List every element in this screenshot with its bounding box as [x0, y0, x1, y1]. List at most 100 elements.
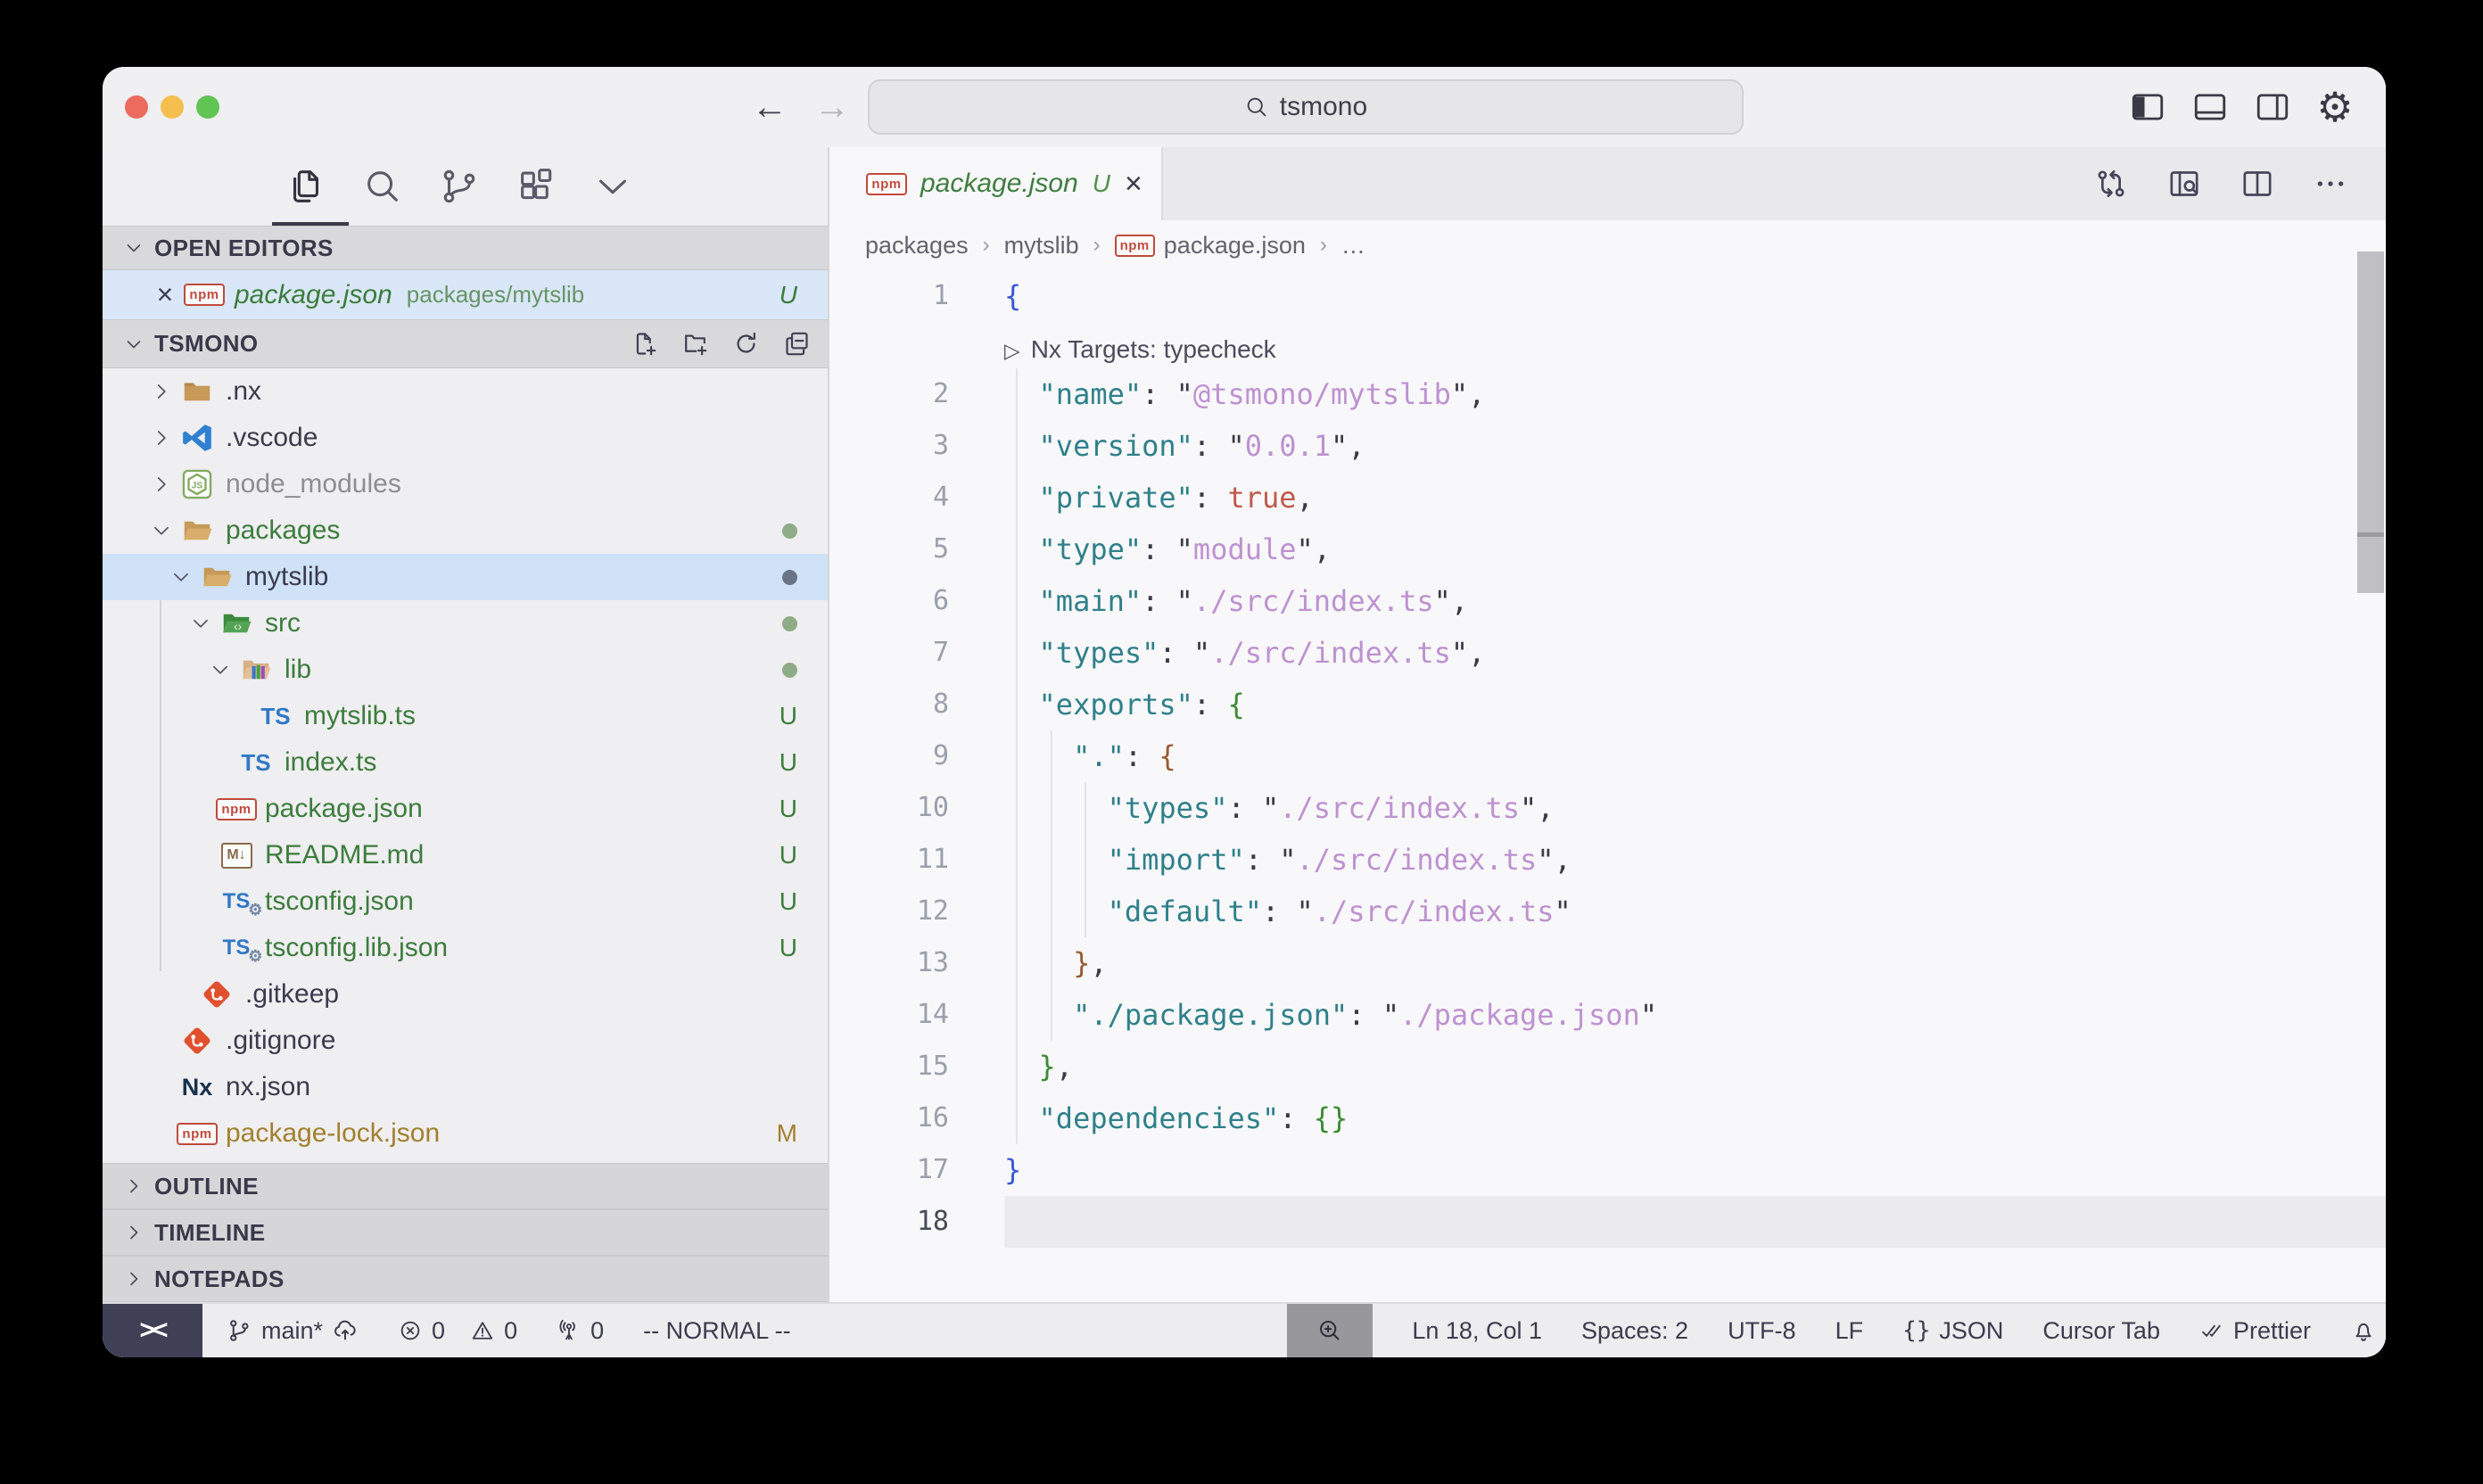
tree-item-tsconfig.json[interactable]: TS⚙ tsconfig.jsonU [103, 878, 828, 925]
code-line-1[interactable]: 1 { [829, 270, 2386, 322]
code-line-12[interactable]: 12 "default": "./src/index.ts" [829, 886, 2386, 937]
tree-item-src[interactable]: ‹› src [103, 600, 828, 647]
close-icon[interactable]: × [145, 278, 185, 311]
code-editor[interactable]: 1 { ▷Nx Targets: typecheck 2 "name": "@t… [829, 270, 2386, 1302]
breadcrumb-separator: › [983, 233, 990, 258]
chevron-down-icon[interactable] [204, 658, 236, 681]
open-preview-button[interactable] [2166, 166, 2202, 202]
section-notepads[interactable]: NOTEPADS [103, 1256, 828, 1302]
code-line-4[interactable]: 4 "private": true, [829, 472, 2386, 524]
collapse-all-button[interactable] [782, 329, 812, 359]
editor-scrollbar[interactable] [2357, 251, 2384, 532]
code-line-6[interactable]: 6 "main": "./src/index.ts", [829, 575, 2386, 627]
new-file-button[interactable] [630, 329, 659, 359]
layout-sidebar-left-button[interactable] [2127, 88, 2168, 126]
activity-source-control[interactable] [439, 166, 480, 207]
codelens-run-link[interactable]: ▷Nx Targets: typecheck [1004, 335, 1276, 363]
tree-item-.gitignore[interactable]: .gitignore [103, 1018, 828, 1064]
code-line-14[interactable]: 14 "./package.json": "./package.json" [829, 989, 2386, 1041]
editor-scrollbar-lower[interactable] [2357, 537, 2384, 593]
activity-chevron-down[interactable] [592, 166, 633, 207]
code-line-18[interactable]: 18 [829, 1196, 2386, 1248]
code-line-5[interactable]: 5 "type": "module", [829, 524, 2386, 575]
tree-item-package.json[interactable]: npm package.jsonU [103, 786, 828, 832]
remote-indicator[interactable]: >< [103, 1304, 202, 1357]
git-branch-item[interactable]: main* [226, 1317, 359, 1345]
tree-item-nx.json[interactable]: Nx nx.json [103, 1064, 828, 1110]
formatter-item[interactable]: Prettier [2199, 1317, 2311, 1345]
close-button[interactable] [125, 95, 148, 119]
npm-icon: npm [217, 789, 256, 829]
chevron-down-icon[interactable] [185, 612, 217, 635]
breadcrumb-…[interactable]: … [1341, 232, 1365, 260]
breadcrumb-package.json[interactable]: npmpackage.json [1115, 232, 1306, 260]
tree-item-.gitkeep[interactable]: .gitkeep [103, 971, 828, 1018]
compare-changes-button[interactable] [2093, 166, 2129, 202]
history-back-button[interactable]: ← [752, 87, 788, 128]
settings-gear-button[interactable]: ⚙ [2314, 87, 2355, 128]
breadcrumb-packages[interactable]: packages [865, 232, 969, 260]
chevron-down-icon[interactable] [165, 565, 197, 589]
line-number: 5 [829, 524, 1004, 575]
code-line-7[interactable]: 7 "types": "./src/index.ts", [829, 627, 2386, 679]
section-outline[interactable]: OUTLINE [103, 1163, 828, 1209]
code-line-17[interactable]: 17 } [829, 1144, 2386, 1196]
ports-item[interactable]: 0 [557, 1317, 604, 1345]
tree-item-tsconfig.lib.json[interactable]: TS⚙ tsconfig.lib.jsonU [103, 925, 828, 971]
minimize-button[interactable] [161, 95, 184, 119]
chevron-right-icon[interactable] [145, 380, 177, 403]
layout-panel-button[interactable] [2190, 88, 2231, 126]
code-line-8[interactable]: 8 "exports": { [829, 679, 2386, 730]
code-line-11[interactable]: 11 "import": "./src/index.ts", [829, 834, 2386, 886]
encoding-item[interactable]: UTF-8 [1728, 1317, 1796, 1345]
tree-item-lib[interactable]: lib [103, 647, 828, 693]
activity-extensions[interactable] [516, 166, 557, 207]
zoom-button[interactable] [1287, 1304, 1373, 1357]
tree-item-README.md[interactable]: M↓ README.mdU [103, 832, 828, 878]
activity-search[interactable] [362, 166, 403, 207]
problems-item[interactable]: 00 [398, 1317, 517, 1345]
layout-sidebar-right-button[interactable] [2252, 88, 2293, 126]
chevron-down-icon[interactable] [145, 519, 177, 542]
breadcrumb-mytslib[interactable]: mytslib [1004, 232, 1079, 260]
tree-item-node_modules[interactable]: JS node_modules [103, 461, 828, 507]
code-line-2[interactable]: 2 "name": "@tsmono/mytslib", [829, 368, 2386, 420]
cursor-tab-item[interactable]: Cursor Tab [2042, 1317, 2160, 1345]
notifications-item[interactable] [2350, 1317, 2377, 1344]
cursor-position-item[interactable]: Ln 18, Col 1 [1412, 1317, 1542, 1345]
activity-files[interactable] [285, 166, 326, 207]
code-line-9[interactable]: 9 ".": { [829, 730, 2386, 782]
code-line-10[interactable]: 10 "types": "./src/index.ts", [829, 782, 2386, 834]
chevron-right-icon[interactable] [145, 426, 177, 449]
tree-item-mytslib.ts[interactable]: TS mytslib.tsU [103, 693, 828, 739]
code-line-13[interactable]: 13 }, [829, 937, 2386, 989]
tab-close-icon[interactable]: × [1125, 167, 1143, 202]
tree-item-packages[interactable]: packages [103, 507, 828, 554]
eol-item[interactable]: LF [1835, 1317, 1864, 1345]
open-editors-header[interactable]: OPEN EDITORS [103, 226, 828, 270]
explorer-header[interactable]: TSMONO [103, 319, 828, 368]
tab-package-json[interactable]: npm package.json U × [829, 147, 1163, 220]
refresh-button[interactable] [731, 329, 761, 359]
tree-item-package-lock.json[interactable]: npm package-lock.jsonM [103, 1110, 828, 1157]
tree-item-.nx[interactable]: .nx [103, 368, 828, 415]
split-editor-button[interactable] [2240, 166, 2275, 202]
more-actions-button[interactable] [2313, 166, 2348, 202]
open-editor-item[interactable]: × npm package.json packages/mytslib U [103, 270, 828, 319]
language-item[interactable]: {}JSON [1902, 1317, 2003, 1345]
history-forward-button[interactable]: → [814, 87, 850, 128]
section-timeline[interactable]: TIMELINE [103, 1209, 828, 1256]
new-folder-button[interactable] [681, 329, 710, 359]
search-icon [1244, 95, 1269, 120]
indentation-item[interactable]: Spaces: 2 [1581, 1317, 1688, 1345]
chevron-right-icon[interactable] [145, 473, 177, 496]
zoom-button[interactable] [196, 95, 219, 119]
tree-item-mytslib[interactable]: mytslib [103, 554, 828, 600]
tree-item-index.ts[interactable]: TS index.tsU [103, 739, 828, 786]
tree-item-.vscode[interactable]: .vscode [103, 415, 828, 461]
command-center-search[interactable]: tsmono [868, 79, 1744, 135]
code-line-15[interactable]: 15 }, [829, 1041, 2386, 1092]
indent-guide [1016, 886, 1018, 937]
code-line-16[interactable]: 16 "dependencies": {} [829, 1092, 2386, 1144]
code-line-3[interactable]: 3 "version": "0.0.1", [829, 420, 2386, 472]
